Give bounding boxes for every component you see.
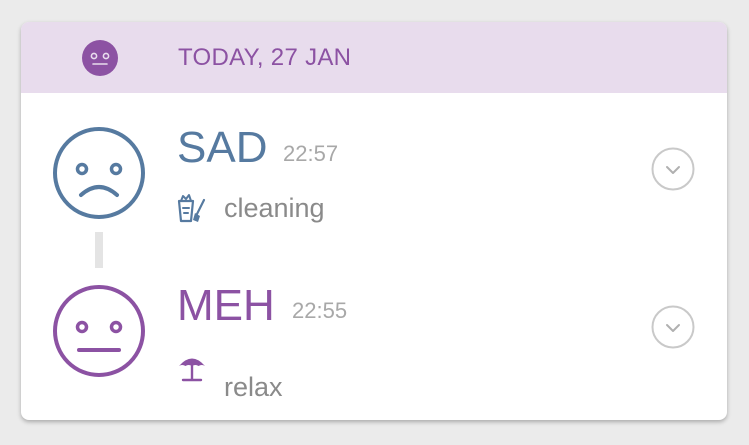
chevron-down-icon[interactable] bbox=[651, 147, 695, 191]
day-entries-card: TODAY, 27 JAN SAD 22:57 cleaning MEH 22:… bbox=[21, 22, 727, 420]
cleaning-icon bbox=[177, 194, 206, 223]
mood-label: SAD bbox=[177, 123, 268, 172]
mood-entry-meh[interactable]: MEH 22:55 relax bbox=[21, 252, 727, 402]
beach-umbrella-icon bbox=[179, 358, 205, 382]
activity-label: cleaning bbox=[224, 193, 325, 223]
chevron-down-icon[interactable] bbox=[651, 305, 695, 349]
sad-face-icon bbox=[53, 127, 145, 219]
mood-entry-sad[interactable]: SAD 22:57 cleaning bbox=[21, 93, 727, 233]
date-label: TODAY, 27 JAN bbox=[178, 44, 352, 71]
activity-label: relax bbox=[224, 372, 283, 402]
entry-time: 22:55 bbox=[292, 298, 348, 323]
day-header: TODAY, 27 JAN bbox=[21, 22, 727, 93]
mood-label: MEH bbox=[177, 281, 275, 330]
meh-face-icon bbox=[53, 285, 145, 377]
entry-time: 22:57 bbox=[283, 141, 339, 166]
meh-face-icon bbox=[82, 40, 118, 76]
